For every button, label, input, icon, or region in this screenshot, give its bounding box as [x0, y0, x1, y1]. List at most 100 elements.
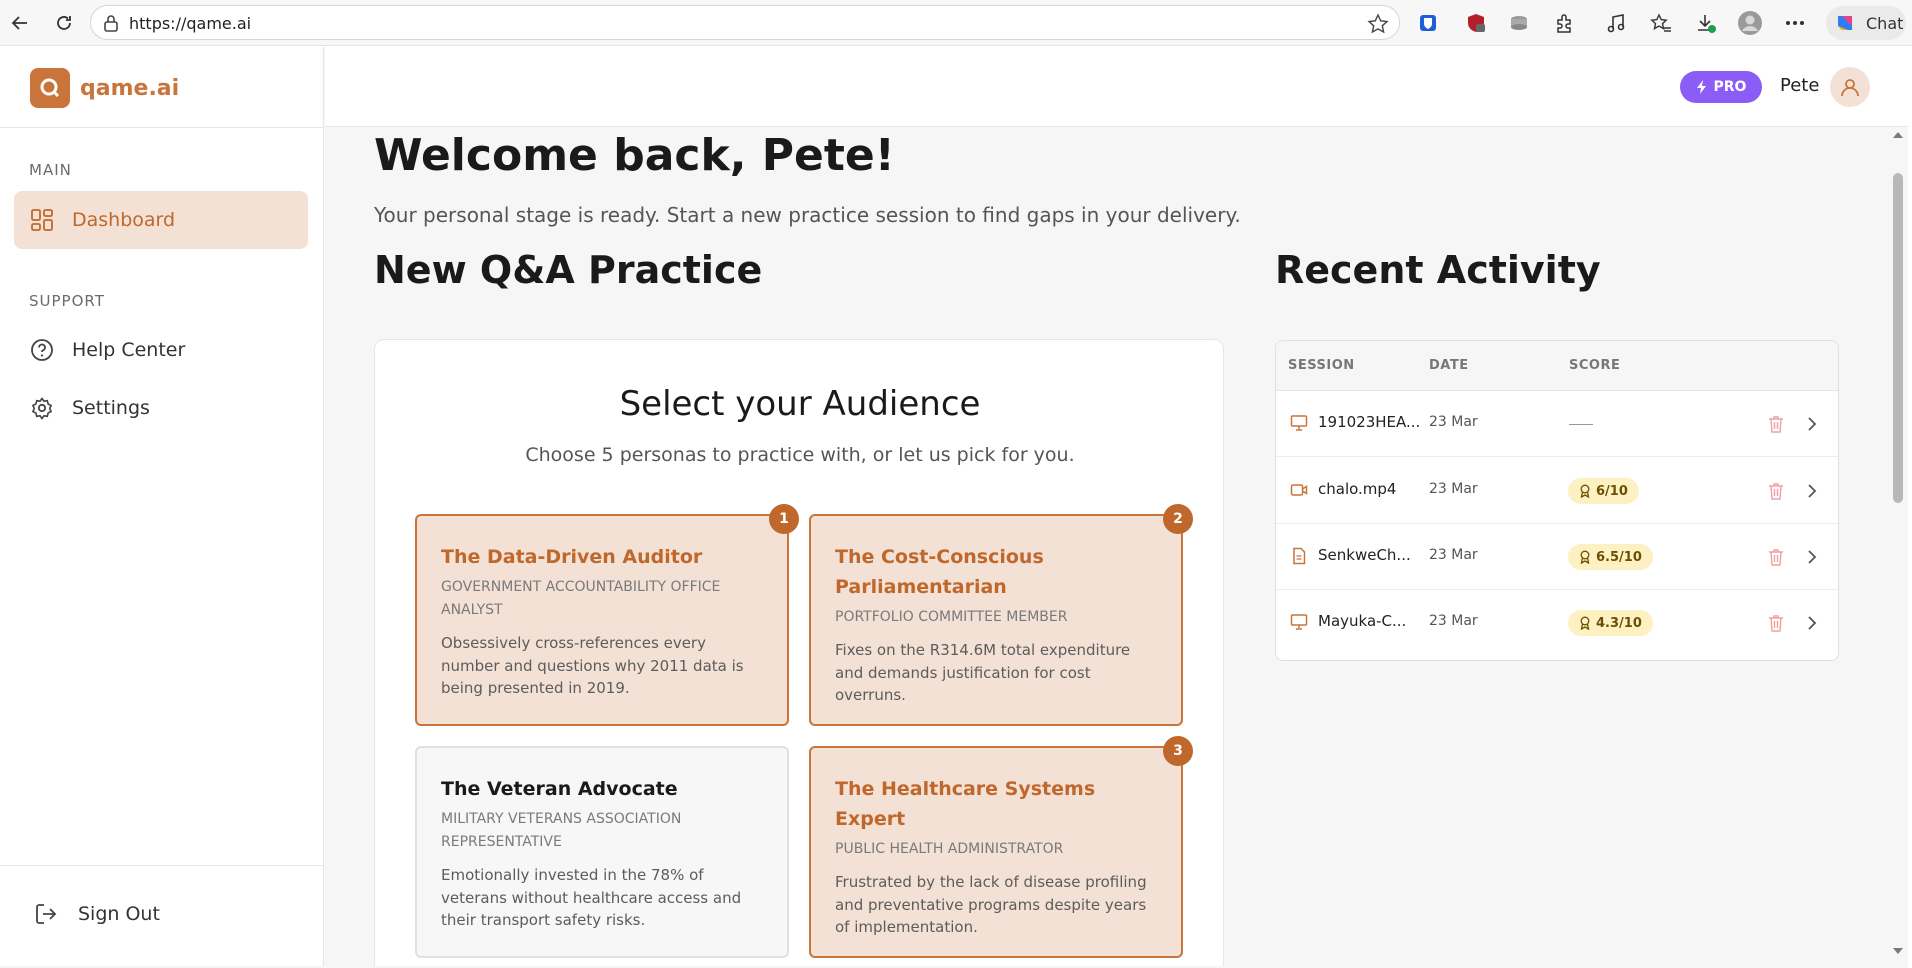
- scroll-thumb[interactable]: [1893, 173, 1903, 503]
- sidebar-item-settings[interactable]: Settings: [14, 379, 308, 437]
- delete-trash-icon[interactable]: [1767, 414, 1785, 434]
- persona-card[interactable]: 3 The Healthcare Systems Expert Public H…: [809, 736, 1193, 958]
- delete-trash-icon[interactable]: [1767, 481, 1785, 501]
- persona-card[interactable]: 2 The Cost-Conscious Parliamentarian Por…: [809, 504, 1193, 726]
- main-content: Welcome back, Pete! Your personal stage …: [325, 128, 1885, 966]
- column-header-score: SCORE: [1569, 358, 1621, 373]
- pro-badge[interactable]: PRO: [1680, 71, 1762, 103]
- presentation-icon: [1290, 415, 1308, 431]
- shield-extension-icon[interactable]: [1463, 10, 1489, 36]
- delete-trash-icon[interactable]: [1767, 613, 1785, 633]
- selection-order-badge: 3: [1163, 736, 1193, 766]
- extensions-puzzle-icon[interactable]: [1552, 10, 1578, 36]
- scroll-down-arrow-icon[interactable]: [1893, 948, 1903, 954]
- database-extension-icon[interactable]: [1506, 10, 1532, 36]
- chevron-right-icon[interactable]: [1806, 547, 1818, 567]
- divider: [0, 865, 324, 866]
- document-icon: [1293, 547, 1306, 565]
- award-icon: [1580, 484, 1590, 498]
- app-window: qame.ai MAIN Dashboard SUPPORT Help Cent…: [0, 47, 1908, 968]
- persona-name: The Cost-Conscious Parliamentarian: [835, 546, 1044, 598]
- back-button[interactable]: [6, 9, 34, 37]
- favorite-star-icon[interactable]: [1367, 13, 1389, 35]
- sign-out-label: Sign Out: [78, 903, 160, 925]
- more-options-icon[interactable]: [1782, 10, 1808, 36]
- persona-role: Military Veterans Association Representa…: [441, 811, 682, 850]
- lock-icon: [104, 15, 118, 32]
- user-icon: [1841, 79, 1859, 97]
- table-row[interactable]: SenkweCh... 23 Mar 6.5/10: [1276, 524, 1838, 590]
- sign-out-button[interactable]: Sign Out: [18, 885, 312, 943]
- address-bar[interactable]: https://qame.ai: [90, 5, 1400, 40]
- profile-avatar-icon[interactable]: [1737, 10, 1763, 36]
- delete-trash-icon[interactable]: [1767, 547, 1785, 567]
- logo-q-icon: [30, 68, 70, 108]
- page-subtitle: Your personal stage is ready. Start a ne…: [374, 203, 1241, 227]
- pro-label: PRO: [1713, 79, 1747, 95]
- practice-heading: New Q&A Practice: [374, 248, 763, 292]
- presentation-icon: [1290, 614, 1308, 630]
- award-icon: [1580, 616, 1590, 630]
- selection-order-badge: 1: [769, 504, 799, 534]
- table-row[interactable]: chalo.mp4 23 Mar 6/10: [1276, 458, 1838, 524]
- top-header: PRO Pete: [325, 47, 1908, 127]
- score-value: 6/10: [1596, 483, 1628, 499]
- selection-order-badge: 2: [1163, 504, 1193, 534]
- scroll-up-arrow-icon[interactable]: [1893, 132, 1903, 138]
- chevron-right-icon[interactable]: [1806, 613, 1818, 633]
- score-empty-dash: [1569, 424, 1593, 425]
- browser-toolbar: https://qame.ai Chat: [0, 0, 1912, 46]
- user-avatar[interactable]: [1830, 67, 1870, 107]
- chevron-right-icon[interactable]: [1806, 414, 1818, 434]
- copilot-chat-button[interactable]: Chat: [1826, 6, 1906, 40]
- chevron-right-icon[interactable]: [1806, 481, 1818, 501]
- persona-card[interactable]: The Veteran Advocate Military Veterans A…: [415, 746, 789, 958]
- activity-heading: Recent Activity: [1275, 248, 1601, 292]
- persona-name: The Veteran Advocate: [441, 778, 678, 800]
- persona-name: The Data-Driven Auditor: [441, 546, 703, 568]
- session-name: 191023HEA...: [1318, 413, 1421, 431]
- sidebar-item-dashboard[interactable]: Dashboard: [14, 191, 308, 249]
- score-value: 6.5/10: [1596, 549, 1642, 565]
- audience-selection-card: Select your Audience Choose 5 personas t…: [374, 339, 1224, 966]
- video-icon: [1290, 484, 1308, 496]
- brand-name: qame.ai: [80, 75, 180, 101]
- persona-card[interactable]: 1 The Data-Driven Auditor Government Acc…: [415, 504, 799, 726]
- sidebar-item-label: Settings: [72, 397, 150, 419]
- table-header: SESSION DATE SCORE: [1276, 341, 1838, 391]
- sidebar-item-label: Dashboard: [72, 209, 176, 231]
- copilot-icon: [1838, 16, 1852, 30]
- table-row[interactable]: 191023HEA... 23 Mar: [1276, 391, 1838, 457]
- sidebar-item-label: Help Center: [72, 339, 186, 361]
- reload-button[interactable]: [50, 9, 78, 37]
- table-row[interactable]: Mayuka-C... 23 Mar 4.3/10: [1276, 590, 1838, 656]
- persona-description: Frustrated by the lack of disease profil…: [835, 873, 1147, 936]
- chat-label: Chat: [1866, 13, 1904, 33]
- favorites-icon[interactable]: [1648, 10, 1674, 36]
- sidebar: qame.ai MAIN Dashboard SUPPORT Help Cent…: [0, 47, 324, 966]
- session-date: 23 Mar: [1429, 547, 1478, 563]
- score-badge: 6/10: [1568, 478, 1639, 504]
- section-label-main: MAIN: [29, 161, 72, 179]
- session-name: Mayuka-C...: [1318, 612, 1407, 630]
- session-date: 23 Mar: [1429, 613, 1478, 629]
- recent-activity-table: SESSION DATE SCORE 191023HEA... 23 Mar c…: [1275, 340, 1839, 661]
- downloads-icon[interactable]: [1693, 10, 1719, 36]
- award-icon: [1580, 550, 1590, 564]
- help-icon: [31, 339, 53, 361]
- reload-icon: [57, 16, 71, 30]
- brand-logo[interactable]: qame.ai: [30, 68, 179, 108]
- back-arrow-icon: [11, 16, 27, 30]
- sidebar-item-help-center[interactable]: Help Center: [14, 321, 308, 379]
- session-name: SenkweCh...: [1318, 546, 1411, 564]
- bitwarden-extension-icon[interactable]: [1415, 10, 1441, 36]
- score-value: 4.3/10: [1596, 615, 1642, 631]
- media-extension-icon[interactable]: [1603, 10, 1629, 36]
- url-text: https://qame.ai: [129, 14, 252, 33]
- gear-icon: [31, 397, 53, 420]
- persona-role: Government Accountability Office Analyst: [441, 579, 721, 618]
- page-scrollbar[interactable]: [1888, 128, 1908, 968]
- persona-role: Portfolio Committee Member: [835, 609, 1068, 625]
- session-date: 23 Mar: [1429, 481, 1478, 497]
- persona-description: Fixes on the R314.6M total expenditure a…: [835, 641, 1131, 704]
